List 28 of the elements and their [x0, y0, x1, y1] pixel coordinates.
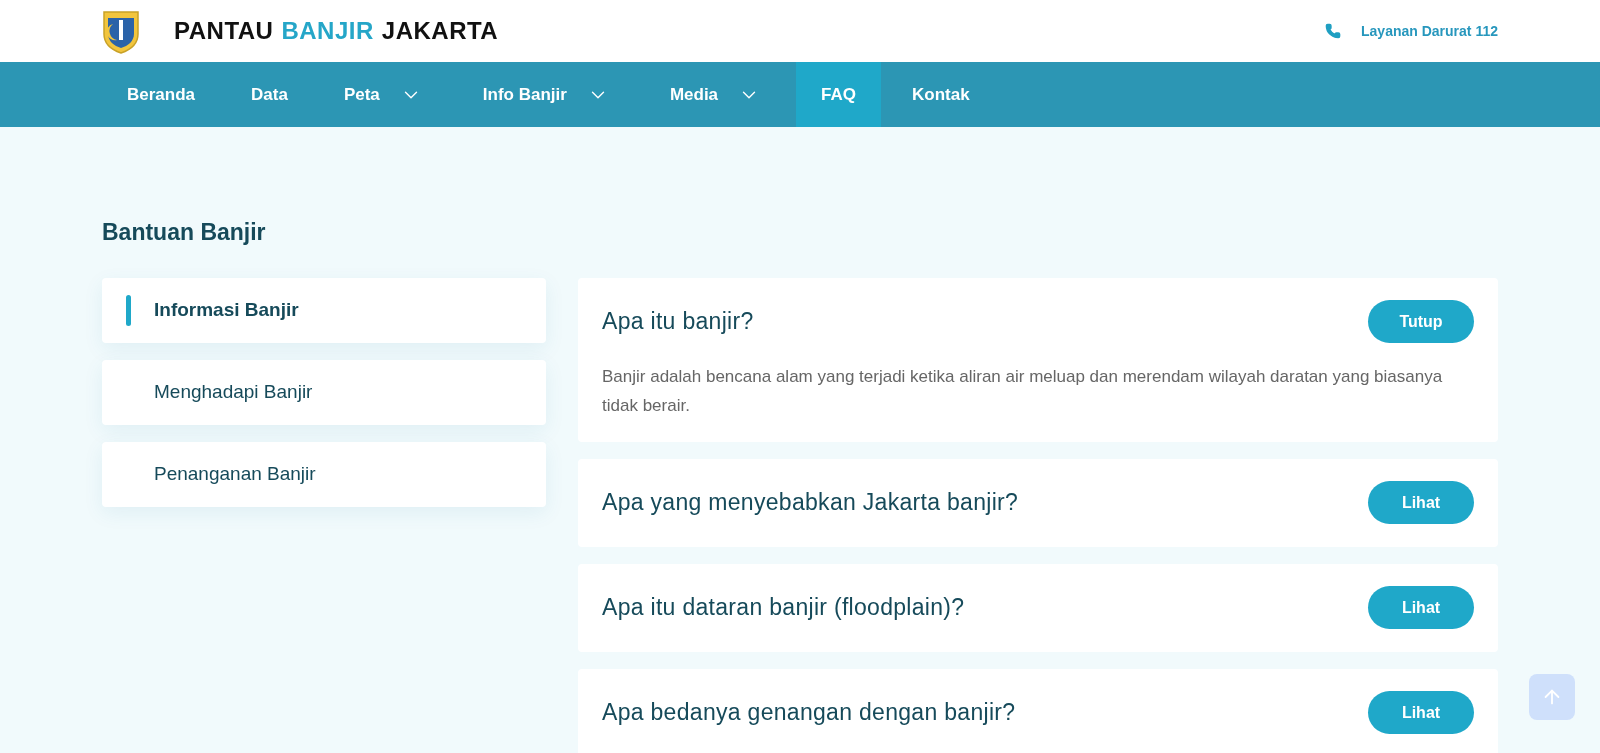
faq-question: Apa itu dataran banjir (floodplain)? [602, 593, 965, 623]
close-button[interactable]: Tutup [1368, 300, 1474, 343]
faq-answer: Banjir adalah bencana alam yang terjadi ketika aliran air meluap dan merendam wilayah daratan yang biasanya tidak berair. [602, 365, 1444, 417]
view-button[interactable]: Lihat [1368, 481, 1474, 524]
emergency-link[interactable]: Layanan Darurat 112 [1361, 20, 1498, 42]
nav-item[interactable]: Data [226, 62, 313, 127]
brand-title: PANTAU [174, 16, 274, 46]
nav-item[interactable]: Kontak [887, 62, 995, 127]
brand-title: BANJIR [281, 16, 374, 46]
faq-question: Apa bedanya genangan dengan banjir? [602, 698, 1016, 728]
sidebar-item[interactable]: Penanganan Banjir [102, 441, 546, 507]
faq-question: Apa itu banjir? [602, 307, 754, 337]
faq-question: Apa yang menyebabkan Jakarta banjir? [602, 488, 1019, 518]
nav-item[interactable]: Info Banjir [457, 62, 639, 127]
emblem-logo [102, 8, 140, 54]
view-button[interactable]: Lihat [1368, 586, 1474, 629]
active-indicator [126, 294, 131, 326]
sidebar-item[interactable]: Informasi Banjir [102, 277, 546, 343]
phone-icon [1325, 23, 1342, 39]
nav-item[interactable]: FAQ [796, 62, 881, 127]
nav-item[interactable]: Peta [318, 62, 452, 127]
page-title: Bantuan Banjir [102, 218, 267, 247]
nav-item[interactable]: Beranda [102, 62, 221, 127]
scroll-to-top-button[interactable] [1529, 674, 1575, 720]
nav-item[interactable]: Media [644, 62, 791, 127]
sidebar-item[interactable]: Menghadapi Banjir [102, 359, 546, 425]
view-button[interactable]: Lihat [1368, 691, 1474, 734]
brand-title: JAKARTA [381, 16, 499, 46]
